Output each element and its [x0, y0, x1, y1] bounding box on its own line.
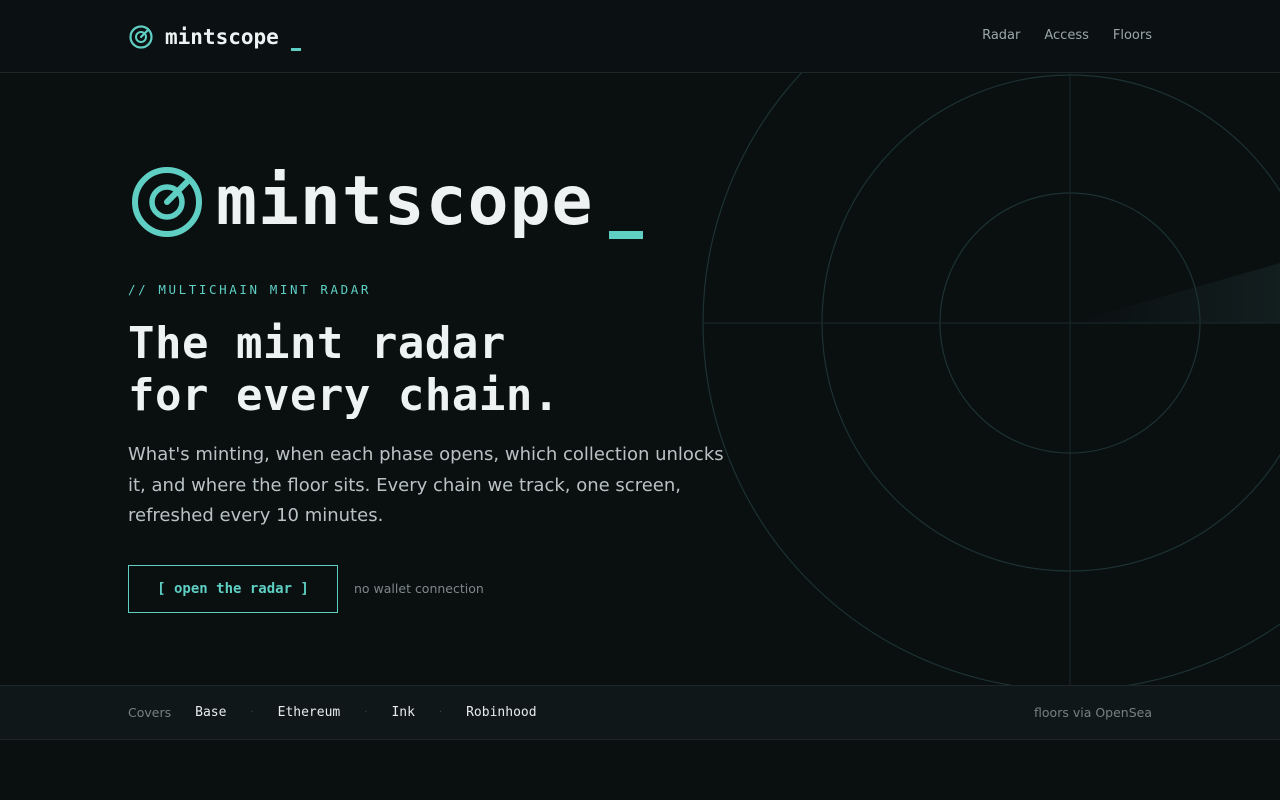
nav-link-access[interactable]: Access [1044, 28, 1089, 44]
chain-base: Base [195, 705, 227, 720]
chain-separator: · [250, 707, 254, 718]
open-radar-button[interactable]: [ open the radar ] [128, 565, 338, 613]
hero-headline-line-1: The mint radar [128, 318, 506, 369]
chain-separator: · [438, 707, 443, 718]
hero-description: What's minting, when each phase opens, w… [128, 444, 724, 526]
chain-ink: Ink [391, 705, 415, 720]
hero-brand-name: mintscope [216, 162, 594, 241]
radar-ring-outer [702, 73, 1280, 685]
hero-headline: The mint radar for every chain. [128, 318, 688, 422]
brand-cursor [290, 48, 301, 51]
hero-cursor [609, 231, 644, 239]
hero-headline-line-2: for every chain. [128, 370, 560, 421]
chain-robinhood: Robinhood [466, 705, 537, 720]
nav-link-floors[interactable]: Floors [1113, 28, 1152, 44]
hero-logo: mintscope [128, 162, 644, 242]
brand-name: mintscope [165, 25, 279, 49]
chain-ethereum: Ethereum [277, 705, 341, 720]
radar-decoration [702, 73, 1280, 685]
radar-icon [132, 167, 202, 237]
top-navigation-bar: mintscope Radar Access Floors [0, 0, 1280, 73]
no-wallet-note: no wallet connection [354, 581, 484, 596]
floor-data-source: floors via OpenSea [1034, 705, 1152, 720]
brand-logo-link[interactable]: mintscope [128, 22, 301, 52]
coverage-strip: Covers Base · Ethereum · Ink · Robinhood… [0, 685, 1280, 740]
radar-sweep [1070, 263, 1280, 323]
covers-label: Covers [128, 705, 172, 720]
landing-page: mintscope Radar Access Floors mintscope … [0, 0, 1280, 800]
nav-link-radar[interactable]: Radar [982, 28, 1020, 44]
main-nav: Radar Access Floors [982, 28, 1152, 44]
chain-separator: · [364, 707, 368, 718]
hero-eyebrow: // MULTICHAIN MINT RADAR [128, 282, 372, 297]
chain-coverage-list: Covers Base · Ethereum · Ink · Robinhood [128, 705, 537, 721]
radar-icon [129, 25, 153, 49]
